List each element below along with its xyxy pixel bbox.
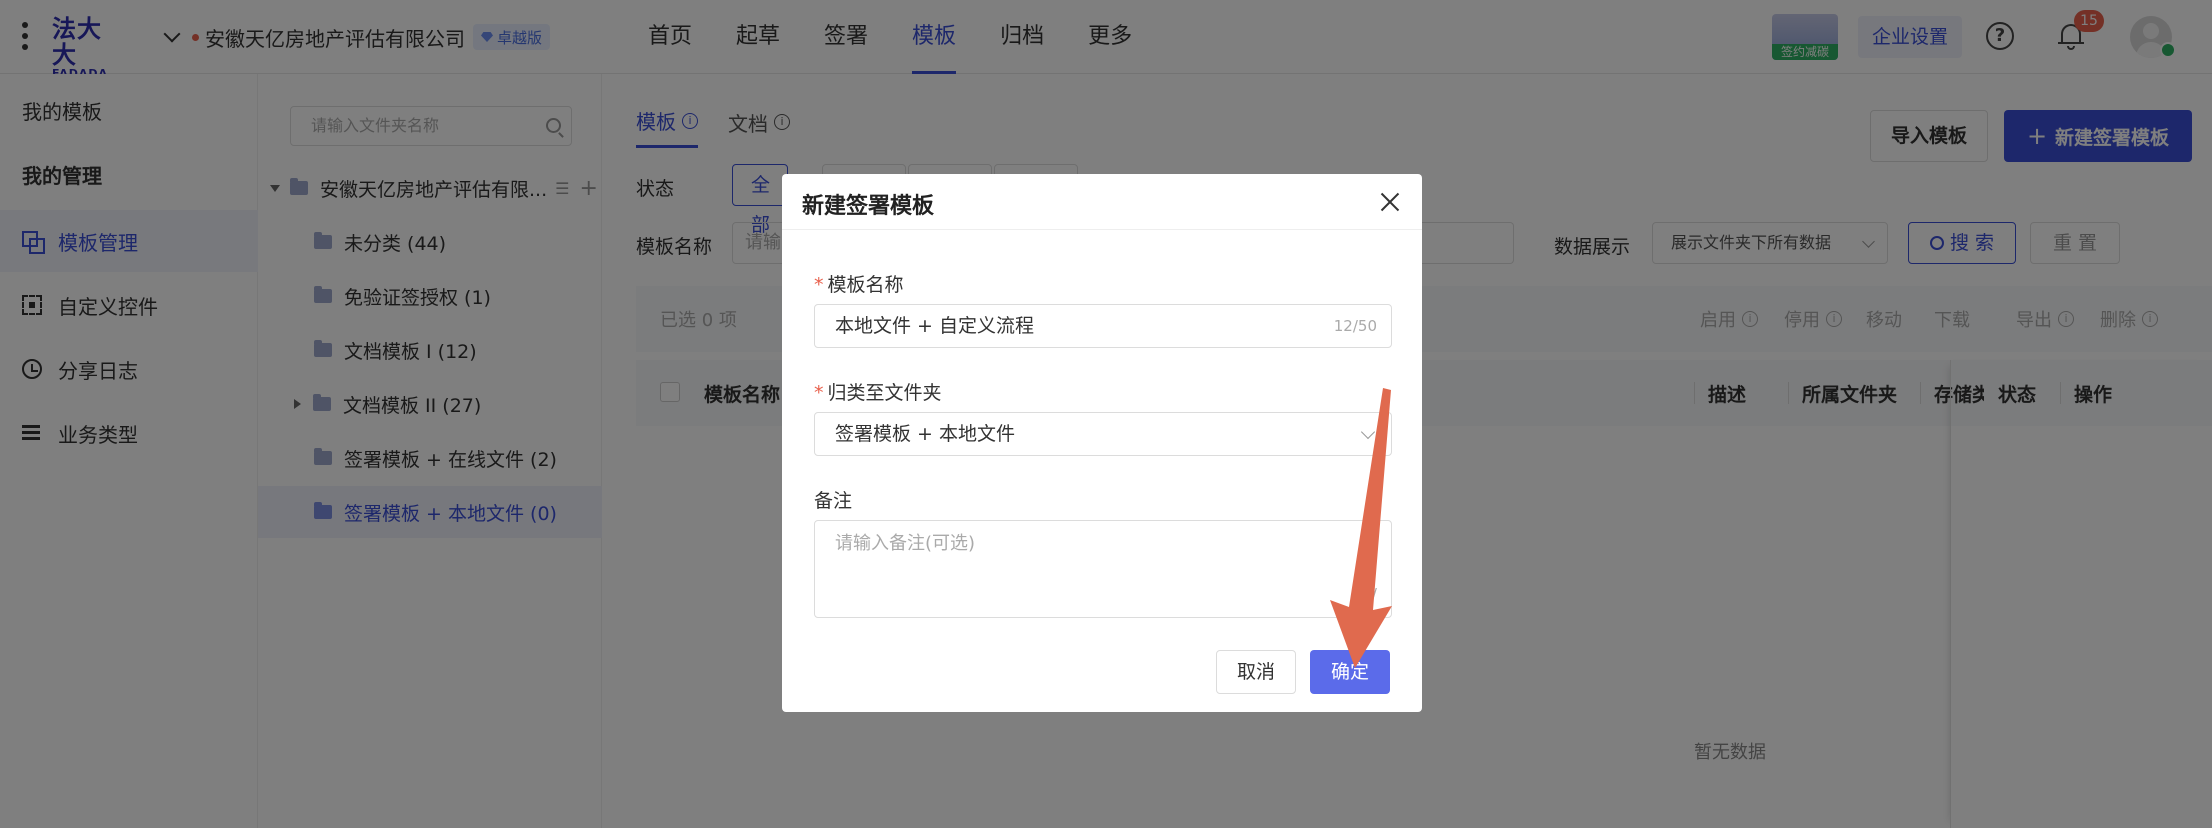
template-name-field-label: * 模板名称 [814,270,904,297]
field-label-text: 模板名称 [827,274,904,296]
dialog-header: 新建签署模板 [782,174,1422,230]
folder-field-label: * 归类至文件夹 [814,378,942,405]
remark-placeholder: 请输入备注(可选) [835,533,976,554]
field-label-text: 归类至文件夹 [827,382,942,404]
required-mark: * [814,382,824,404]
template-name-field[interactable]: 本地文件 + 自定义流程 12/50 [814,304,1392,348]
folder-select[interactable]: 签署模板 + 本地文件 [814,412,1392,456]
remark-field-label: 备注 [814,490,853,512]
char-counter: 12/50 [1333,317,1377,335]
folder-select-value: 签署模板 + 本地文件 [835,423,1015,445]
chevron-down-icon [1360,424,1376,440]
remark-textarea[interactable]: 请输入备注(可选) 0/ [814,520,1392,618]
confirm-button[interactable]: 确定 [1310,650,1390,694]
new-template-dialog: 新建签署模板 * 模板名称 本地文件 + 自定义流程 12/50 * 归类至文件夹 … [782,174,1422,712]
template-name-value: 本地文件 + 自定义流程 [835,315,1034,337]
char-counter: 0/ [1362,585,1377,603]
close-icon[interactable] [1380,192,1400,212]
dialog-title: 新建签署模板 [802,194,935,219]
required-mark: * [814,274,824,296]
cancel-button[interactable]: 取消 [1216,650,1296,694]
app-root: 法大大 FADADA 安徽天亿房地产评估有限公司 卓越版 首页 起草 签署 模板… [0,0,2212,828]
